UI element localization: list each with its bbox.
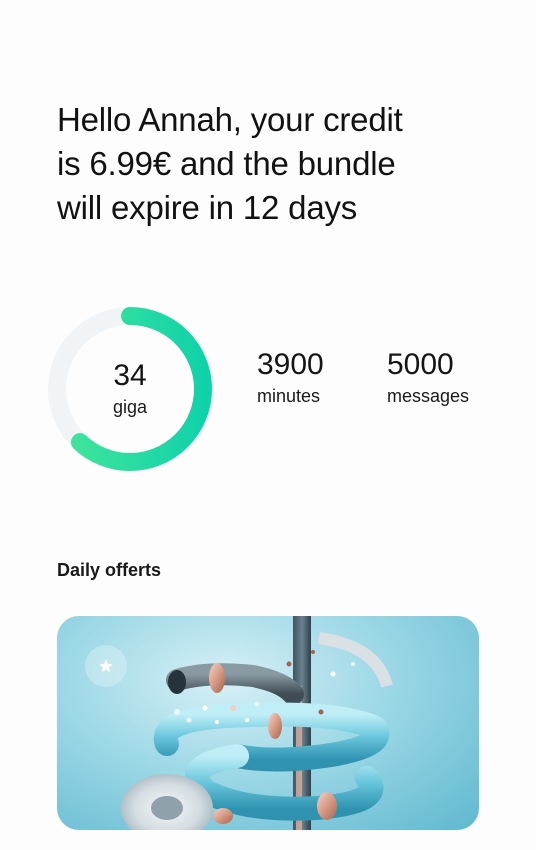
- data-usage-label: 34 giga: [47, 306, 213, 472]
- copper-ring: [209, 663, 225, 693]
- copper-ring-3: [317, 792, 337, 820]
- grey-pipe: [166, 663, 304, 705]
- copper-ring-2: [268, 713, 282, 739]
- star-icon: [99, 659, 113, 672]
- messages-unit: messages: [387, 386, 470, 406]
- bundle-stats: 34 giga 3900 minutes 5000 messages: [47, 306, 507, 472]
- greeting-line-2: is 6.99€ and the bundle: [57, 145, 396, 182]
- greeting-headline: Hello Annah, your credit is 6.99€ and th…: [57, 98, 457, 230]
- data-usage-ring[interactable]: 34 giga: [47, 306, 213, 472]
- messages-stat[interactable]: 5000 messages: [387, 348, 469, 408]
- offer-illustration: [121, 616, 393, 830]
- minutes-stat[interactable]: 3900 minutes: [257, 348, 324, 408]
- data-unit: giga: [112, 397, 148, 417]
- daily-offer-card[interactable]: [57, 616, 479, 830]
- daily-offers-title: Daily offerts: [57, 560, 162, 580]
- bundle-overview-screen: Hello Annah, your credit is 6.99€ and th…: [0, 0, 536, 850]
- minutes-value: 3900: [257, 348, 324, 381]
- greeting-line-1: Hello Annah, your credit: [57, 101, 403, 138]
- copper-ring-4: [213, 808, 233, 824]
- greeting-line-3: will expire in 12 days: [57, 189, 358, 226]
- favorite-badge[interactable]: [85, 645, 127, 687]
- metal-disc-hole: [151, 796, 183, 820]
- messages-value: 5000: [387, 348, 454, 381]
- pipe-opening: [168, 670, 186, 694]
- minutes-unit: minutes: [257, 386, 321, 406]
- data-value: 34: [113, 359, 147, 392]
